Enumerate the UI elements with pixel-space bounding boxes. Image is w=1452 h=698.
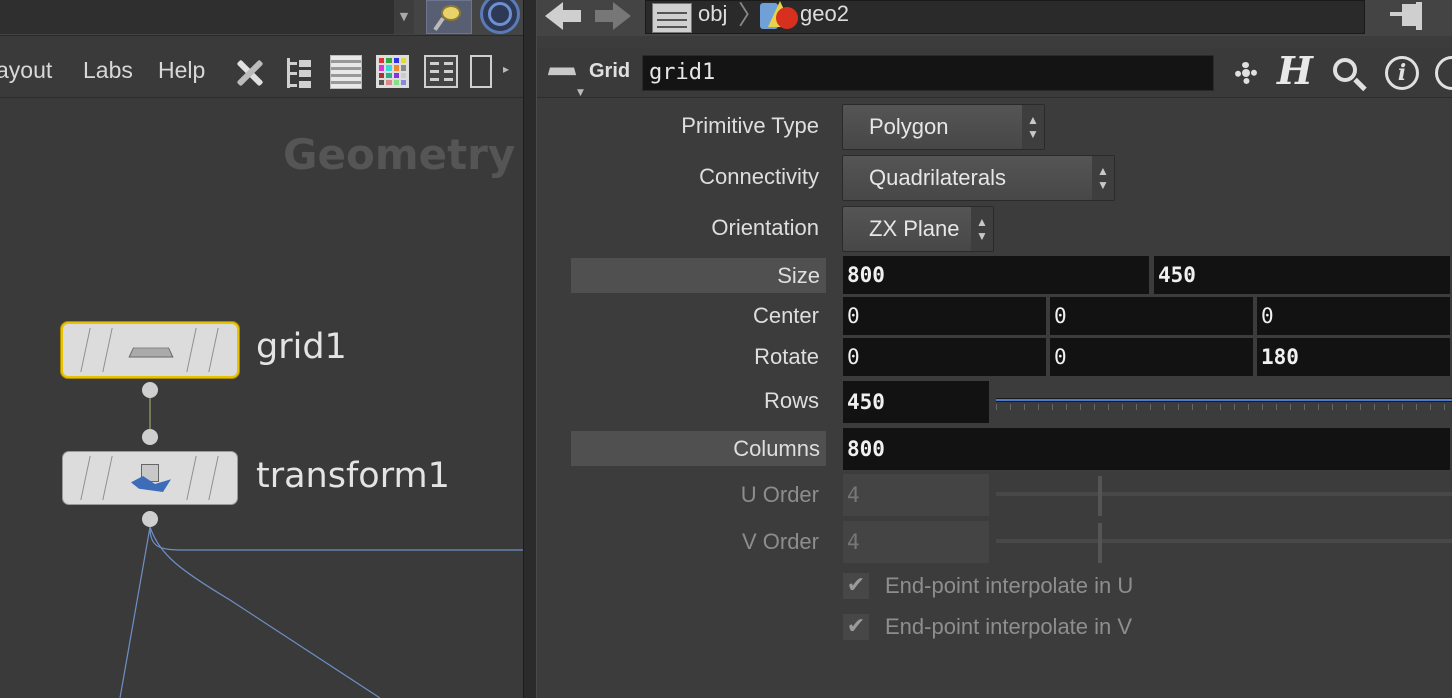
center-y-field[interactable]: 0: [1050, 297, 1255, 335]
parameter-editor-pane: obj 〉 geo2 ▼ ▼ Grid grid1 H i Primitive …: [537, 0, 1452, 698]
grid-operator-icon[interactable]: ▼: [545, 66, 584, 98]
size-y-field[interactable]: 450: [1154, 256, 1452, 294]
interp-v-label: End-point interpolate in V: [885, 614, 1133, 639]
search-icon[interactable]: [1331, 56, 1367, 92]
rotate-z-field[interactable]: 180: [1257, 338, 1452, 376]
param-label-orientation: Orientation: [711, 215, 819, 240]
param-label-connectivity: Connectivity: [699, 164, 819, 189]
pin-icon[interactable]: [1390, 0, 1430, 32]
node-path-breadcrumb[interactable]: obj 〉 geo2 ▼: [645, 0, 1365, 34]
v-order-field: 4: [843, 521, 991, 563]
param-label-columns[interactable]: Columns: [571, 431, 826, 466]
param-label-v-order: V Order: [741, 529, 819, 554]
center-x-field[interactable]: 0: [843, 297, 1048, 335]
houdini-window: ▼ ayout Labs Help ▸ Geometry grid1 trans…: [0, 0, 1452, 698]
interp-u-checkbox[interactable]: ✔: [843, 573, 869, 599]
node-grid1[interactable]: [61, 322, 239, 378]
interp-v-checkbox[interactable]: ✔: [843, 614, 869, 640]
node-name-field[interactable]: grid1: [642, 55, 1214, 91]
param-label-rotate: Rotate: [754, 344, 819, 369]
orientation-value: ZX Plane: [869, 216, 960, 241]
breadcrumb-obj[interactable]: obj: [698, 1, 727, 27]
menu-spinner-icon: ▲ ▼: [1022, 105, 1044, 149]
wire-transform1-out-a: [149, 526, 523, 551]
param-label-size[interactable]: Size: [571, 258, 826, 293]
back-arrow-icon[interactable]: [545, 0, 585, 32]
network-editor-pane: ▼ ayout Labs Help ▸ Geometry grid1 trans…: [0, 0, 523, 698]
node-label-grid1[interactable]: grid1: [256, 327, 347, 367]
obj-network-icon: [652, 3, 692, 33]
parameter-path-bar: obj 〉 geo2 ▼: [537, 0, 1452, 36]
connectivity-value: Quadrilaterals: [869, 165, 1006, 190]
interp-u-label: End-point interpolate in U: [885, 573, 1134, 598]
menu-spinner-icon: ▲ ▼: [971, 207, 993, 251]
rotate-x-field[interactable]: 0: [843, 338, 1048, 376]
node-output-connector[interactable]: [142, 382, 158, 398]
gear-icon[interactable]: [1227, 54, 1265, 92]
center-z-field[interactable]: 0: [1257, 297, 1452, 335]
size-x-field[interactable]: 800: [843, 256, 1151, 294]
menu-spinner-icon: ▲ ▼: [1092, 156, 1114, 200]
parameter-header: ▼ Grid grid1 H i: [537, 48, 1452, 98]
wire-transform1-out-b: [119, 526, 151, 698]
u-order-field: 4: [843, 474, 991, 516]
geometry-object-icon: [758, 1, 800, 33]
rows-field[interactable]: 450: [843, 381, 991, 423]
rotate-y-field[interactable]: 0: [1050, 338, 1255, 376]
node-transform1[interactable]: [62, 451, 238, 505]
param-label-center: Center: [752, 303, 819, 328]
rows-slider[interactable]: [996, 382, 1452, 418]
operator-type-label: Grid: [589, 60, 631, 82]
info-icon[interactable]: i: [1385, 56, 1419, 90]
param-label-primitive-type: Primitive Type: [681, 113, 819, 138]
help-icon[interactable]: [1435, 56, 1452, 90]
pane-divider[interactable]: [523, 0, 537, 698]
orientation-menu[interactable]: ZX Plane ▲ ▼: [842, 206, 994, 252]
forward-arrow-icon[interactable]: [595, 0, 635, 32]
node-output-connector[interactable]: [142, 511, 158, 527]
grid-node-icon: [128, 347, 174, 358]
wire-transform1-out-c: [149, 526, 381, 698]
v-order-slider: [996, 523, 1452, 563]
param-label-u-order: U Order: [740, 482, 819, 507]
transform-node-icon: [131, 462, 171, 496]
node-input-connector[interactable]: [142, 429, 158, 445]
connectivity-menu[interactable]: Quadrilaterals ▲ ▼: [842, 155, 1115, 201]
primitive-type-value: Polygon: [869, 114, 949, 139]
columns-field[interactable]: 800: [843, 428, 1452, 470]
primitive-type-menu[interactable]: Polygon ▲ ▼: [842, 104, 1045, 150]
node-label-transform1[interactable]: transform1: [256, 456, 450, 496]
u-order-slider: [996, 476, 1452, 516]
houdini-help-icon[interactable]: H: [1277, 50, 1317, 92]
breadcrumb-geo2[interactable]: geo2: [800, 1, 849, 27]
param-label-rows: Rows: [763, 388, 819, 413]
